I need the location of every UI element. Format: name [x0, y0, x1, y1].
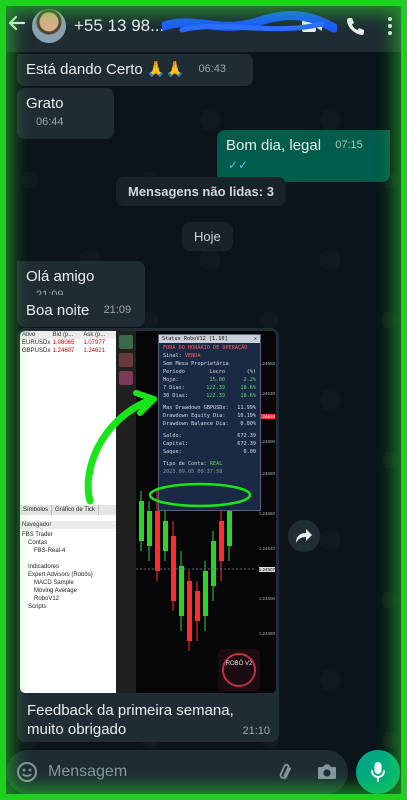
unread-label: Mensagens não lidas: 3 [128, 184, 274, 199]
message-text: Boa noite [26, 302, 90, 319]
message-time: 21:09 [103, 304, 132, 316]
message-time: 06:44 [36, 116, 64, 128]
message-text: Olá amigo [26, 268, 95, 285]
back-button[interactable] [6, 13, 28, 39]
message-time: 06:43 [198, 63, 226, 75]
contact-name-text: +55 13 98... [74, 16, 165, 35]
voice-message-button[interactable] [356, 750, 400, 794]
message-text: Grato [26, 95, 64, 112]
image-caption: Feedback da primeira semana, muito obrig… [27, 702, 234, 738]
mic-icon [371, 762, 385, 782]
redaction-scribble [162, 10, 337, 33]
message-composer [6, 750, 348, 794]
phone-icon[interactable] [345, 16, 365, 36]
date-label: Hoje [194, 229, 221, 244]
message-time: 07:15 [335, 139, 363, 151]
trading-screenshot[interactable]: Ativo Bid (p... Ask (p... EURUSDx 1.0806… [20, 331, 276, 693]
message-time: 21:10 [242, 725, 270, 737]
message-input[interactable] [48, 763, 258, 781]
message-bubble[interactable]: Está dando Certo 🙏🙏 06:43 [17, 54, 253, 86]
forward-button[interactable] [288, 520, 320, 552]
chat-header: +55 13 98... [0, 0, 407, 52]
message-bubble[interactable]: Bom dia, legal 07:15 ✓✓ [217, 130, 390, 182]
attach-icon[interactable] [276, 761, 296, 783]
more-vertical-icon[interactable] [387, 16, 393, 36]
contact-name[interactable]: +55 13 98... [74, 10, 337, 36]
date-chip: Hoje [182, 222, 233, 251]
image-message[interactable]: Ativo Bid (p... Ask (p... EURUSDx 1.0806… [17, 328, 279, 742]
message-bubble[interactable]: Grato 06:44 [17, 88, 114, 139]
forward-icon [296, 529, 312, 543]
message-text: Está dando Certo 🙏🙏 [26, 61, 185, 78]
read-ticks-icon: ✓✓ [228, 158, 249, 172]
annotation-overlay [84, 390, 252, 508]
arrow-left-icon [8, 15, 26, 31]
unread-divider: Mensagens não lidas: 3 [116, 177, 286, 206]
camera-icon[interactable] [316, 762, 338, 782]
avatar[interactable] [32, 9, 66, 43]
emoji-icon[interactable] [16, 761, 38, 783]
message-text: Bom dia, legal [226, 137, 322, 154]
message-bubble[interactable]: Boa noite 21:09 [17, 295, 145, 327]
